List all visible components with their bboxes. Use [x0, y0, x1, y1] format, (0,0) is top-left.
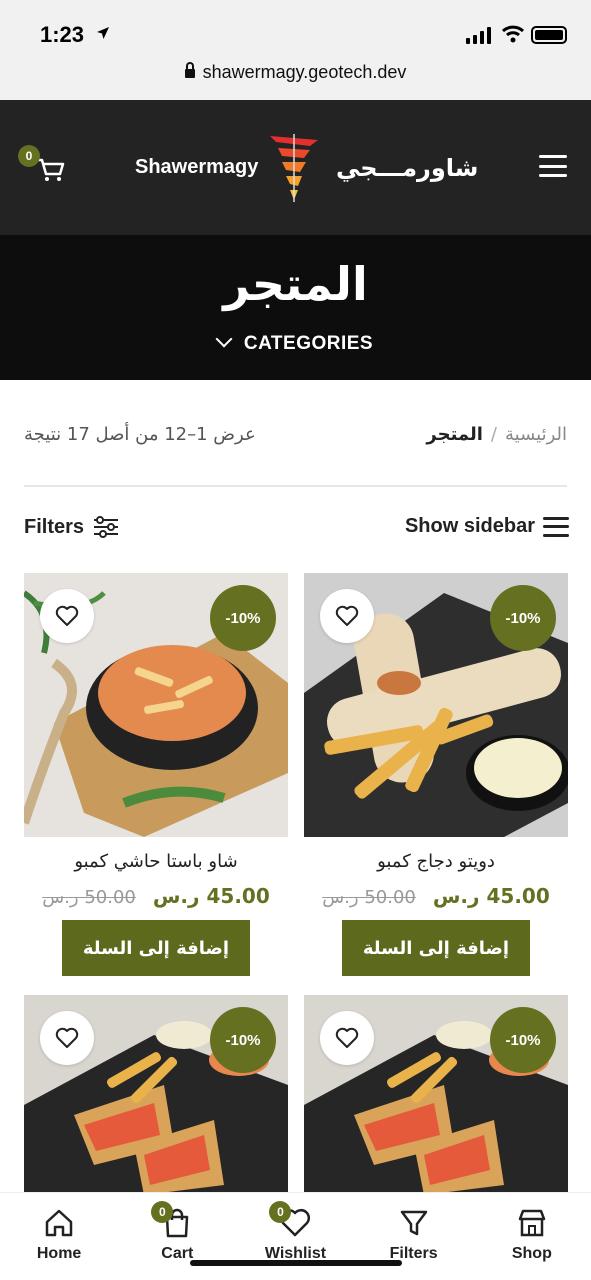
breadcrumb-current: المتجر	[426, 424, 483, 445]
filter-funnel-icon	[400, 1210, 427, 1236]
nav-filters[interactable]: Filters	[364, 1207, 464, 1280]
divider	[24, 485, 567, 487]
breadcrumb: الرئيسية / المتجر	[426, 424, 567, 445]
menu-icon[interactable]	[539, 155, 567, 177]
product-image[interactable]: -10%	[24, 573, 288, 837]
product-card[interactable]: -10% شاو باستا حاشي كمبو 45.00 ر.س 50.00…	[24, 573, 288, 976]
cart-count-badge: 0	[18, 145, 40, 167]
wishlist-heart-icon[interactable]	[320, 589, 374, 643]
brand-name-en[interactable]: Shawermagy	[135, 156, 258, 179]
battery-icon	[531, 26, 567, 44]
add-to-cart-button[interactable]: إضافة إلى السلة	[342, 920, 530, 976]
wishlist-heart-icon[interactable]	[40, 1011, 94, 1065]
logo-icon[interactable]	[266, 132, 322, 204]
store-icon	[518, 1209, 546, 1237]
url-text: shawermagy.geotech.dev	[202, 62, 407, 82]
show-sidebar-button[interactable]: Show sidebar	[405, 515, 569, 538]
discount-badge: -10%	[490, 1007, 556, 1073]
hamburger-icon	[543, 516, 569, 537]
discount-badge: -10%	[490, 585, 556, 651]
wifi-icon	[502, 25, 524, 43]
product-name[interactable]: شاو باستا حاشي كمبو	[24, 851, 288, 872]
home-indicator	[190, 1260, 402, 1266]
discount-badge: -10%	[210, 1007, 276, 1073]
current-price: 45.00 ر.س	[432, 884, 550, 908]
shop-info-row: عرض 1–12 من أصل 17 نتيجة الرئيسية / المتجر	[24, 420, 567, 454]
home-icon	[45, 1209, 73, 1237]
bottom-nav: Home 0 Cart 0 Wishlist Filters Shop	[0, 1192, 591, 1280]
page-title: المتجر	[223, 257, 368, 311]
wishlist-heart-icon[interactable]	[40, 589, 94, 643]
nav-wishlist[interactable]: 0 Wishlist	[245, 1201, 345, 1280]
page-hero: المتجر CATEGORIES	[0, 235, 591, 380]
brand-name-ar[interactable]: شاورمـــجي	[336, 154, 478, 182]
product-card[interactable]: -10%	[304, 995, 568, 1195]
nav-shop[interactable]: Shop	[482, 1207, 582, 1280]
site-header: 0 Shawermagy شاورمـــجي	[0, 100, 591, 235]
chevron-down-icon	[215, 330, 233, 348]
product-card[interactable]: -10%	[24, 995, 288, 1195]
product-price: 45.00 ر.س 50.00 ر.س	[304, 884, 568, 908]
location-arrow-icon	[97, 27, 109, 39]
nav-home-label: Home	[36, 1245, 82, 1262]
lock-icon	[184, 62, 195, 78]
filter-sliders-icon	[94, 516, 119, 538]
current-price: 45.00 ر.س	[152, 884, 270, 908]
discount-badge: -10%	[210, 585, 276, 651]
breadcrumb-home[interactable]: الرئيسية	[505, 424, 567, 445]
product-card[interactable]: -10% دويتو دجاج كمبو 45.00 ر.س 50.00 ر.س…	[304, 573, 568, 976]
add-to-cart-button[interactable]: إضافة إلى السلة	[62, 920, 250, 976]
signal-icon	[466, 26, 491, 44]
address-bar[interactable]: shawermagy.geotech.dev	[0, 62, 591, 83]
nav-cart[interactable]: 0 Cart	[127, 1201, 227, 1280]
product-image[interactable]: -10%	[24, 995, 288, 1195]
breadcrumb-separator: /	[490, 424, 497, 445]
old-price: 50.00 ر.س	[322, 887, 416, 908]
nav-home[interactable]: Home	[9, 1207, 109, 1280]
old-price: 50.00 ر.س	[42, 887, 136, 908]
filters-button[interactable]: Filters	[24, 515, 120, 539]
product-name[interactable]: دويتو دجاج كمبو	[304, 851, 568, 872]
categories-toggle[interactable]: CATEGORIES	[0, 330, 591, 355]
wishlist-heart-icon[interactable]	[320, 1011, 374, 1065]
product-image[interactable]: -10%	[304, 573, 568, 837]
show-sidebar-label: Show sidebar	[404, 515, 535, 537]
filters-label: Filters	[24, 515, 85, 538]
categories-label: CATEGORIES	[243, 333, 374, 354]
status-bar: 1:23 shawermagy.geotech.dev	[0, 0, 591, 100]
nav-shop-label: Shop	[511, 1245, 552, 1262]
product-price: 45.00 ر.س 50.00 ر.س	[24, 884, 288, 908]
result-count: عرض 1–12 من أصل 17 نتيجة	[24, 424, 256, 445]
product-image[interactable]: -10%	[304, 995, 568, 1195]
status-time: 1:23	[40, 22, 85, 47]
